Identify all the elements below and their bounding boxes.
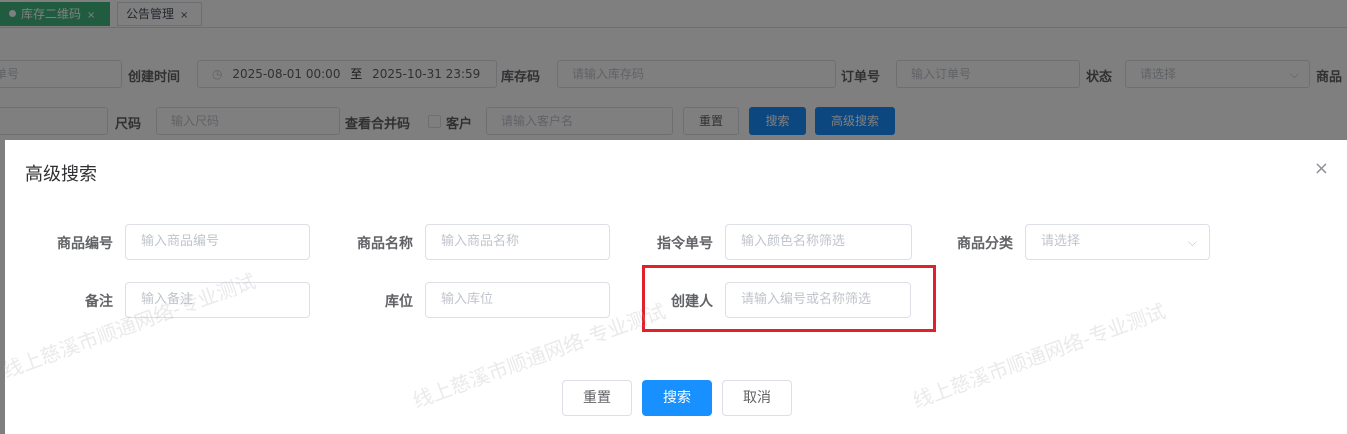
goods-category-select[interactable]: 请选择 ⌵ bbox=[1025, 224, 1210, 260]
location-input[interactable]: 输入库位 bbox=[425, 282, 610, 318]
chevron-down-icon: ⌵ bbox=[1187, 235, 1197, 249]
dialog-reset-button[interactable]: 重置 bbox=[562, 380, 632, 416]
creator-highlight-box bbox=[642, 265, 936, 332]
instruction-no-input[interactable]: 输入颜色名称筛选 bbox=[725, 224, 912, 260]
advanced-search-dialog: 高级搜索 × 商品编号 输入商品编号 商品名称 输入商品名称 指令单号 输入颜色… bbox=[0, 140, 1347, 434]
remark-label: 备注 bbox=[85, 294, 113, 310]
dialog-title: 高级搜索 bbox=[25, 164, 97, 185]
close-icon[interactable]: × bbox=[1314, 158, 1329, 179]
watermark: 线上慈溪市顺通网络-专业测试 bbox=[909, 298, 1169, 413]
dialog-search-button[interactable]: 搜索 bbox=[642, 380, 712, 416]
goods-code-input[interactable]: 输入商品编号 bbox=[125, 224, 310, 260]
goods-name-label: 商品名称 bbox=[357, 236, 413, 252]
goods-name-input[interactable]: 输入商品名称 bbox=[425, 224, 610, 260]
goods-category-label: 商品分类 bbox=[957, 236, 1013, 252]
goods-code-label: 商品编号 bbox=[57, 236, 113, 252]
remark-input[interactable]: 输入备注 bbox=[125, 282, 310, 318]
location-label: 库位 bbox=[385, 294, 413, 310]
instruction-no-label: 指令单号 bbox=[657, 236, 713, 252]
dialog-cancel-button[interactable]: 取消 bbox=[722, 380, 792, 416]
